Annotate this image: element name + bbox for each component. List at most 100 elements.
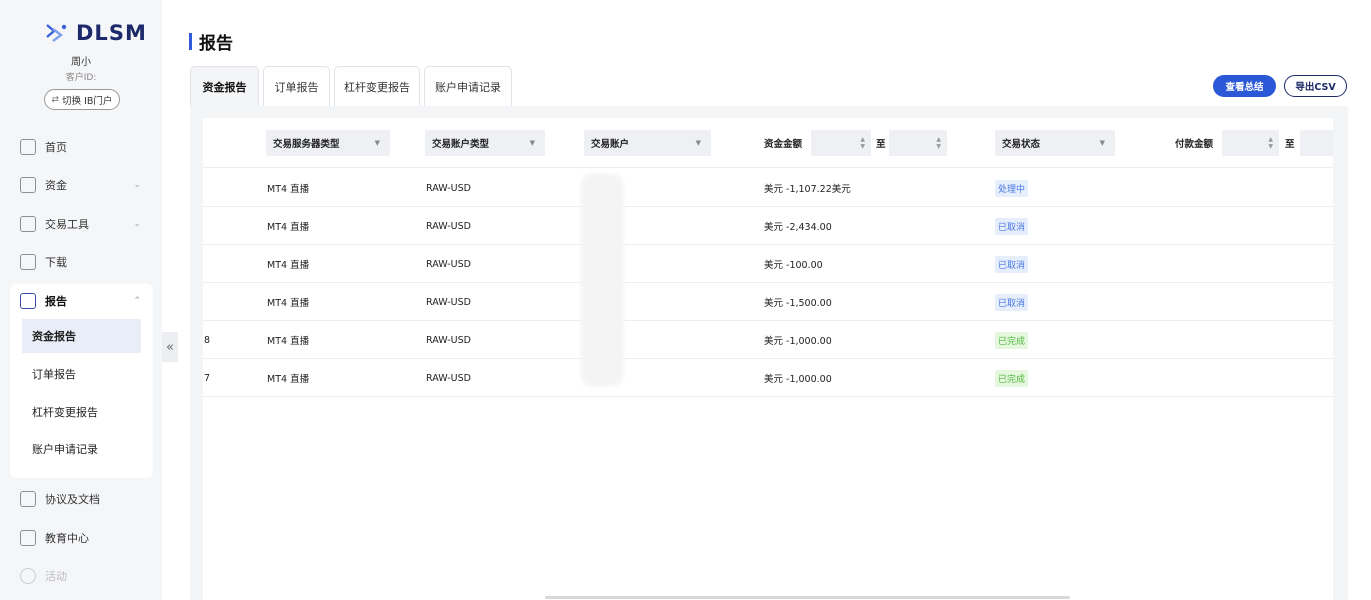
spinner-icon: ▲ ▼ bbox=[860, 136, 865, 150]
caret-down-icon: ▼ bbox=[529, 139, 535, 147]
table-row[interactable]: 8 MT4 直播 RAW-USD 美元 -1,000.00 已完成 bbox=[203, 321, 1333, 359]
cell-account-type: RAW-USD bbox=[426, 296, 471, 308]
sidebar-item-download[interactable]: 下载 bbox=[10, 245, 153, 279]
tab-fund-report[interactable]: 资金报告 bbox=[190, 66, 259, 106]
cell-amount: 美元 -100.00 bbox=[764, 260, 823, 271]
chevron-down-icon: ⌄ bbox=[133, 219, 141, 229]
cell-amount: 美元 -2,434.00 bbox=[764, 222, 832, 233]
report-tabs: 资金报告 订单报告 杠杆变更报告 账户申请记录 bbox=[190, 66, 516, 107]
caret-down-icon: ▼ bbox=[695, 139, 701, 147]
cell-id: 7 bbox=[204, 372, 211, 384]
home-icon bbox=[20, 139, 36, 155]
trade-status-filter-label: 交易状态 bbox=[1002, 139, 1041, 150]
sidebar-item-home[interactable]: 首页 bbox=[10, 130, 153, 164]
app-root: DLSM 周小 客户ID: ⇄ 切换 IB门户 首页 资金 ⌄ 交易工具 ⌄ 下… bbox=[0, 0, 1371, 600]
cell-status: 已取消 bbox=[995, 283, 1029, 321]
page-title-text: 报告 bbox=[199, 33, 233, 54]
cell-amount: 美元 -1,500.00 bbox=[764, 298, 832, 309]
cell-server: MT4 直播 bbox=[267, 374, 310, 385]
chevron-up-icon: ⌃ bbox=[133, 296, 141, 306]
sidebar-subitem-leverage-report[interactable]: 杠杆变更报告 bbox=[22, 395, 141, 429]
sidebar-item-documents[interactable]: 协议及文档 bbox=[10, 482, 153, 516]
sidebar-group-reports: 报告 ⌃ 资金报告 订单报告 杠杆变更报告 账户申请记录 bbox=[10, 284, 153, 478]
tab-leverage-report[interactable]: 杠杆变更报告 bbox=[334, 66, 420, 106]
status-badge: 已取消 bbox=[995, 255, 1029, 273]
switch-arrows-icon: ⇄ bbox=[51, 94, 60, 105]
title-accent-bar bbox=[189, 32, 192, 50]
sidebar-item-reports[interactable]: 报告 ⌃ bbox=[10, 284, 153, 318]
spinner-icon: ▲ ▼ bbox=[936, 136, 941, 150]
sidebar-subitem-order-report[interactable]: 订单报告 bbox=[22, 357, 141, 391]
switch-ib-portal-button[interactable]: ⇄ 切换 IB门户 bbox=[44, 89, 120, 110]
brand-logo[interactable]: DLSM bbox=[44, 20, 147, 46]
sidebar-item-education[interactable]: 教育中心 bbox=[10, 521, 153, 555]
activity-icon bbox=[20, 568, 36, 584]
amount-max-input[interactable]: ▲ ▼ bbox=[889, 130, 947, 156]
download-icon bbox=[20, 254, 36, 270]
trade-status-filter[interactable]: 交易状态 ▼ bbox=[995, 130, 1115, 156]
trading-account-filter[interactable]: 交易账户 ▼ bbox=[584, 130, 711, 156]
cell-status: 处理中 bbox=[995, 169, 1029, 207]
table-row[interactable]: MT4 直播 RAW-USD 美元 -2,434.00 已取消 bbox=[203, 207, 1333, 245]
account-type-filter[interactable]: 交易账户类型 ▼ bbox=[425, 130, 545, 156]
table-row[interactable]: MT4 直播 RAW-USD 美元 -100.00 已取消 bbox=[203, 245, 1333, 283]
payment-max-input[interactable] bbox=[1300, 130, 1333, 156]
sidebar-collapse-button[interactable]: « bbox=[162, 332, 178, 362]
sidebar-subitem-label: 杠杆变更报告 bbox=[32, 406, 98, 419]
sidebar-subitem-label: 资金报告 bbox=[32, 330, 76, 343]
page-title: 报告 bbox=[189, 31, 233, 54]
cell-id: 8 bbox=[204, 334, 211, 346]
horizontal-scrollbar[interactable] bbox=[545, 596, 1070, 599]
cell-server: MT4 直播 bbox=[267, 336, 310, 347]
status-badge: 处理中 bbox=[995, 179, 1029, 197]
sidebar-item-label: 交易工具 bbox=[45, 218, 89, 231]
cell-status: 已取消 bbox=[995, 207, 1029, 245]
sidebar-item-label: 资金 bbox=[45, 179, 67, 192]
sidebar-subitem-account-application[interactable]: 账户申请记录 bbox=[22, 432, 141, 466]
status-badge: 已完成 bbox=[995, 369, 1029, 387]
sidebar-item-label: 首页 bbox=[45, 141, 67, 154]
payment-min-input[interactable]: ▲ ▼ bbox=[1222, 130, 1279, 156]
wallet-icon bbox=[20, 177, 36, 193]
cell-server: MT4 直播 bbox=[267, 260, 310, 271]
switch-ib-label: 切换 IB门户 bbox=[62, 95, 113, 107]
account-type-filter-label: 交易账户类型 bbox=[432, 139, 490, 150]
cell-account-type: RAW-USD bbox=[426, 182, 471, 194]
table-row[interactable]: 7 MT4 直播 RAW-USD 美元 -1,000.00 已完成 bbox=[203, 359, 1333, 397]
sidebar-subitem-label: 订单报告 bbox=[32, 368, 76, 381]
logo-mark-icon bbox=[46, 24, 67, 42]
table-row[interactable]: MT4 直播 RAW-USD 美元 -1,500.00 已取消 bbox=[203, 283, 1333, 321]
sidebar-item-label: 下载 bbox=[45, 256, 67, 269]
payment-amount-filter-label: 付款金额 bbox=[1175, 139, 1214, 150]
table-filter-header: 交易服务器类型 ▼ 交易账户类型 ▼ 交易账户 ▼ 资金金额 ▲ ▼ 至 ▲ ▼ 交… bbox=[203, 118, 1333, 168]
cell-status: 已完成 bbox=[995, 321, 1029, 359]
caret-down-icon: ▼ bbox=[374, 139, 380, 147]
sidebar-subitem-label: 账户申请记录 bbox=[32, 443, 98, 456]
sidebar-subitem-fund-report[interactable]: 资金报告 bbox=[22, 319, 141, 353]
education-icon bbox=[20, 530, 36, 546]
status-badge: 已完成 bbox=[995, 331, 1029, 349]
table-row[interactable]: MT4 直播 RAW-USD 美元 -1,107.22美元 处理中 bbox=[203, 169, 1333, 207]
view-summary-button[interactable]: 查看总结 bbox=[1213, 75, 1276, 97]
export-csv-button[interactable]: 导出CSV bbox=[1284, 75, 1347, 97]
sidebar-item-label: 报告 bbox=[45, 295, 67, 308]
server-type-filter[interactable]: 交易服务器类型 ▼ bbox=[266, 130, 390, 156]
cell-account-type: RAW-USD bbox=[426, 258, 471, 270]
tab-order-report[interactable]: 订单报告 bbox=[263, 66, 330, 106]
sidebar-item-activity[interactable]: 活动 bbox=[10, 559, 153, 593]
cell-status: 已完成 bbox=[995, 359, 1029, 397]
sidebar: DLSM 周小 客户ID: ⇄ 切换 IB门户 首页 资金 ⌄ 交易工具 ⌄ 下… bbox=[0, 0, 162, 600]
cell-account-type: RAW-USD bbox=[426, 334, 471, 346]
redacted-account-column bbox=[581, 174, 623, 386]
tab-account-application[interactable]: 账户申请记录 bbox=[424, 66, 512, 106]
sidebar-item-funds[interactable]: 资金 ⌄ bbox=[10, 168, 153, 202]
sidebar-item-label: 教育中心 bbox=[45, 532, 89, 545]
cell-server: MT4 直播 bbox=[267, 222, 310, 233]
sidebar-item-label: 协议及文档 bbox=[45, 493, 100, 506]
cell-server: MT4 直播 bbox=[267, 298, 310, 309]
user-id-label: 客户ID: bbox=[65, 73, 97, 83]
amount-min-input[interactable]: ▲ ▼ bbox=[811, 130, 871, 156]
cell-account-type: RAW-USD bbox=[426, 372, 471, 384]
sidebar-item-trading-tools[interactable]: 交易工具 ⌄ bbox=[10, 207, 153, 241]
caret-down-icon: ▼ bbox=[1099, 139, 1105, 147]
